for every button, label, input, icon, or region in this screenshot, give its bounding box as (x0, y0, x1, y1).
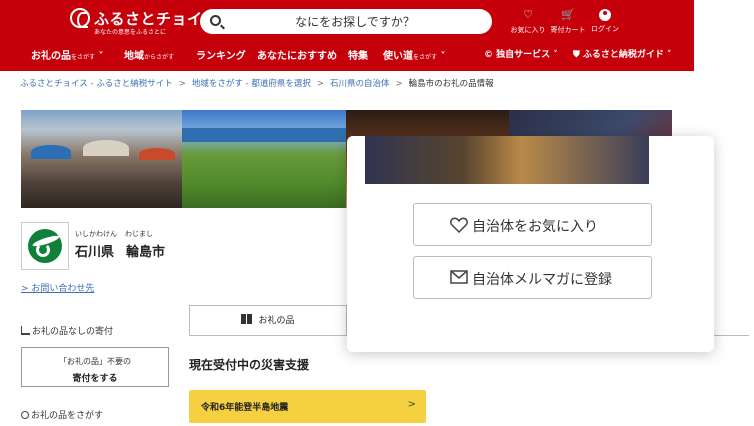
tab-gifts-label: お礼の品 (258, 316, 295, 326)
nav-label: ふるさと納税ガイド (582, 50, 664, 60)
nav-suffix: をさがす (71, 54, 96, 61)
search-gifts-heading-text: お礼の品をさがす (31, 411, 104, 421)
favorites-label: お気に入り (510, 26, 546, 34)
umbrella-shape (83, 140, 129, 156)
nav-item-guide[interactable]: ⛊ ふるさと納税ガイド ˅ (573, 47, 672, 60)
nav-suffix: からさがす (144, 54, 175, 61)
city-name: 輪島市 (126, 245, 166, 260)
municipality-name: 石川県 輪島市 (75, 241, 165, 260)
cart-button[interactable]: 🛒 寄付カート (548, 8, 588, 35)
main-nav: お礼の品をさがす ˅ 地域からさがす ランキング あなたにおすすめ 特集 使い道… (0, 44, 694, 64)
heart-icon (450, 217, 468, 233)
breadcrumb: ふるさとチョイス - ふるさと納税サイト > 地域をさがす - 都道府県を選択 > 石川… (20, 77, 494, 89)
sea-band (182, 128, 346, 142)
breadcrumb-separator: > (178, 79, 186, 89)
gift-icon (241, 314, 253, 324)
cart-icon (21, 326, 30, 335)
search-icon (21, 411, 29, 419)
popup-photo-fragment (365, 136, 649, 184)
municipality-newsletter-button[interactable]: 自治体メルマガに登録 (413, 256, 652, 299)
logo-text: ふるさとチョイス (94, 10, 218, 28)
search-icon[interactable] (210, 15, 221, 26)
nav-item-recommend[interactable]: あなたにおすすめ (257, 47, 337, 62)
nav-label: 使い道 (383, 51, 413, 62)
logo-tagline: あなたの意思をふるさとに (94, 29, 167, 36)
nav-label: 地域 (124, 51, 144, 62)
municipality-newsletter-label: 自治体メルマガに登録 (472, 272, 612, 288)
search-gifts-heading: お礼の品をさがす (21, 408, 103, 421)
tab-gifts[interactable]: お礼の品 (189, 305, 347, 336)
emblem-ring (36, 243, 50, 257)
donate-line2: 寄付をする (72, 374, 118, 384)
umbrella-shape (31, 145, 71, 159)
cart-label: 寄付カート (550, 26, 586, 34)
breadcrumb-separator: > (395, 79, 403, 89)
favorites-button[interactable]: ♡ お気に入り (510, 8, 546, 35)
nav-item-gifts[interactable]: お礼の品をさがす ˅ (31, 47, 104, 62)
nav-label: 特集 (348, 51, 368, 62)
donate-without-gift-button[interactable]: 「お礼の品」不要の 寄付をする (21, 347, 169, 387)
cart-icon: 🛒 (561, 8, 575, 21)
nav-label: ランキング (196, 51, 246, 62)
pref-reading: いしかわけん (75, 230, 117, 238)
user-icon (599, 9, 611, 21)
disaster-noto-button[interactable]: 令和6年能登半島地震 > (189, 390, 426, 423)
photo-rice-terraces (182, 110, 346, 208)
shield-icon: ⛊ (573, 50, 580, 60)
disaster-item-label: 令和6年能登半島地震 (201, 403, 289, 413)
nav-label: お礼の品 (31, 51, 71, 62)
favorite-municipality-label: 自治体をお気に入り (472, 219, 598, 235)
contact-link[interactable]: > お問い合わせ先 (21, 281, 94, 294)
nav-item-features[interactable]: 特集 (348, 47, 368, 62)
city-reading: わじまし (125, 230, 153, 238)
breadcrumb-link-home[interactable]: ふるさとチョイス - ふるさと納税サイト (20, 79, 173, 89)
municipality-action-popup: 自治体をお気に入り 自治体メルマガに登録 (347, 136, 714, 352)
nav-label: 独自サービス (496, 50, 551, 60)
login-label: ログイン (591, 25, 619, 33)
login-button[interactable]: ログイン (590, 8, 620, 34)
favorite-municipality-button[interactable]: 自治体をお気に入り (413, 203, 652, 246)
no-gift-heading-text: お礼の品なしの寄付 (32, 327, 114, 337)
donate-line1: 「お礼の品」不要の (59, 357, 131, 366)
disaster-support-title: 現在受付中の災害支援 (189, 358, 310, 372)
breadcrumb-separator: > (316, 79, 324, 89)
search-input[interactable] (230, 11, 480, 32)
nav-item-region[interactable]: 地域からさがす (124, 47, 174, 62)
nav-item-usage[interactable]: 使い道をさがす ˅ (383, 47, 446, 62)
municipality-emblem (21, 222, 69, 270)
pref-name: 石川県 (75, 245, 115, 260)
breadcrumb-current: 輪島市のお礼の品情報 (408, 79, 494, 89)
breadcrumb-link-region[interactable]: 地域をさがす - 都道府県を選択 (192, 79, 311, 89)
breadcrumb-link-pref[interactable]: 石川県の自治体 (330, 79, 390, 89)
mail-icon (450, 270, 468, 284)
site-header: ふるさとチョイス あなたの意思をふるさとに ♡ お気に入り 🛒 寄付カート ログ… (0, 0, 694, 71)
nav-suffix: をさがす (413, 54, 438, 61)
nav-item-ranking[interactable]: ランキング (196, 47, 246, 62)
chevron-right-icon: > (407, 399, 416, 410)
umbrella-shape (139, 148, 175, 160)
service-icon: © (484, 50, 493, 60)
logo-mark-icon (70, 8, 90, 28)
nav-item-services[interactable]: © 独自サービス ˅ (484, 47, 558, 60)
nav-label: あなたにおすすめ (257, 51, 337, 62)
search-bar (200, 9, 492, 34)
no-gift-heading: お礼の品なしの寄付 (21, 324, 113, 337)
heart-icon: ♡ (523, 8, 533, 21)
photo-morning-market (21, 110, 182, 208)
